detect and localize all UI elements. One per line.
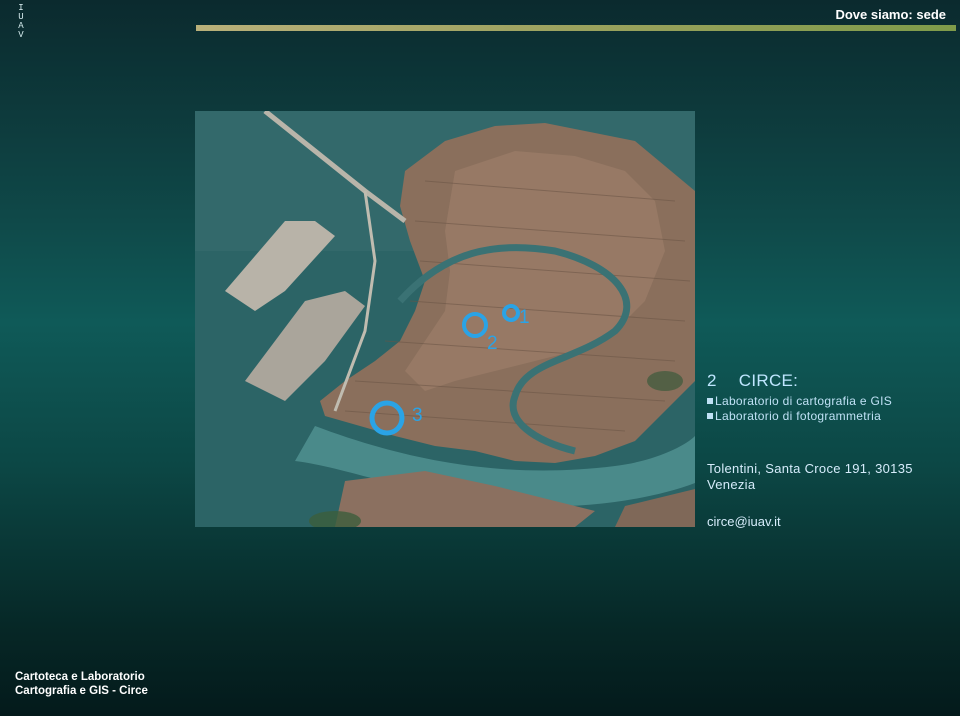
list-item: Laboratorio di cartografia e GIS — [707, 394, 892, 409]
address: Tolentini, Santa Croce 191, 30135 Venezi… — [707, 461, 913, 493]
info-number: 2 — [707, 371, 717, 390]
square-bullet-icon — [707, 413, 713, 419]
info-name: CIRCE: — [738, 371, 799, 390]
circe-info: 2 CIRCE: Laboratorio di cartografia e GIS… — [707, 371, 892, 424]
lab-list: Laboratorio di cartografia e GIS Laborat… — [707, 394, 892, 424]
list-item: Laboratorio di fotogrammetria — [707, 409, 892, 424]
slide: I U A V Dove siamo: sede 1 2 3 2 CIRCE: … — [0, 0, 960, 716]
slide-title: Dove siamo: sede — [835, 7, 946, 22]
address-line-1: Tolentini, Santa Croce 191, 30135 — [707, 461, 913, 476]
iuav-logo: I U A V — [14, 4, 28, 40]
address-line-2: Venezia — [707, 477, 756, 492]
square-bullet-icon — [707, 398, 713, 404]
footer: Cartoteca e Laboratorio Cartografia e GI… — [15, 670, 148, 698]
title-rule — [196, 25, 956, 31]
footer-line-2: Cartografia e GIS - Circe — [15, 685, 148, 697]
marker-2-label: 2 — [487, 333, 498, 354]
info-heading: 2 CIRCE: — [707, 371, 892, 391]
email-link[interactable]: circe@iuav.it — [707, 514, 781, 529]
marker-1-label: 1 — [519, 307, 530, 328]
aerial-photo: 1 2 3 — [195, 111, 695, 527]
marker-3-label: 3 — [412, 405, 423, 426]
logo-letter: V — [18, 30, 24, 40]
footer-line-1: Cartoteca e Laboratorio — [15, 671, 145, 683]
